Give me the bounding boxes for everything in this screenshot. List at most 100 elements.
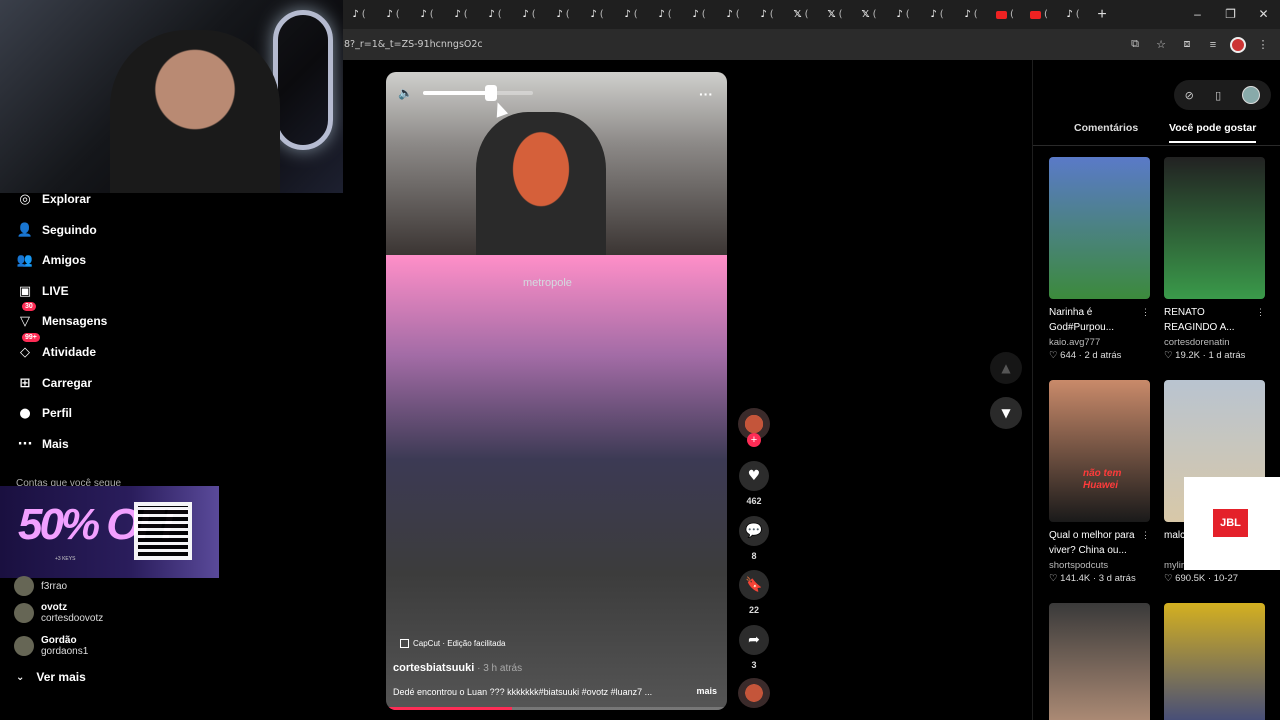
- volume-slider[interactable]: [422, 85, 533, 101]
- sidebar-item-amigos[interactable]: 👥 Amigos: [16, 249, 86, 271]
- sidebar-item-live[interactable]: ▣ LIVE: [16, 280, 69, 302]
- video-thumbnail[interactable]: não tem Huawei: [1049, 380, 1150, 522]
- sidebar-item-mensagens[interactable]: ▽ 30 Mensagens: [16, 302, 107, 332]
- url-text[interactable]: 8?_r=1&_t=ZS-91hcnngsO2c: [344, 39, 483, 50]
- address-bar[interactable]: 8?_r=1&_t=ZS-91hcnngsO2c ⧉ ☆ ⧈ ≡ ⋮: [342, 29, 1280, 60]
- follow-plus-icon[interactable]: +: [747, 433, 761, 447]
- previous-video-button[interactable]: ▲: [990, 352, 1022, 384]
- card-title[interactable]: RENATO REAGINDO A...: [1164, 307, 1235, 333]
- browser-tab[interactable]: (: [988, 0, 1022, 29]
- share-icon[interactable]: ➦: [739, 625, 769, 655]
- browser-tab[interactable]: ♪(: [750, 0, 784, 29]
- browser-tab[interactable]: ♪(: [716, 0, 750, 29]
- video-player[interactable]: metropole 🔈 ··· CapCut · Edição facilita…: [386, 72, 727, 710]
- capcut-tag[interactable]: CapCut · Edição facilitada: [400, 639, 506, 648]
- browser-tab[interactable]: 𝕏(: [818, 0, 852, 29]
- card-author[interactable]: cortesdorenatin: [1164, 337, 1265, 348]
- screencast-icon[interactable]: ⧉: [1126, 38, 1144, 51]
- jbl-ad-overlay[interactable]: JBL: [1184, 477, 1280, 570]
- comment-icon[interactable]: 💬: [739, 516, 769, 546]
- share-action[interactable]: ➦ 3: [737, 625, 771, 670]
- suggested-video-card[interactable]: não tem Huawei Qual o melhor para viver? …: [1049, 380, 1150, 584]
- phone-icon[interactable]: ▯: [1215, 89, 1221, 102]
- sidebar-item-seguindo[interactable]: 👤 Seguindo: [16, 219, 97, 241]
- video-thumbnail[interactable]: [1049, 603, 1150, 720]
- tab-suggested[interactable]: Você pode gostar: [1169, 122, 1257, 143]
- media-control-icon[interactable]: ≡: [1204, 39, 1222, 51]
- browser-tab[interactable]: ♪(: [444, 0, 478, 29]
- browser-tab[interactable]: ♪(: [954, 0, 988, 29]
- compass-icon[interactable]: ⊘: [1185, 89, 1194, 102]
- user-avatar[interactable]: [1242, 86, 1261, 104]
- card-author[interactable]: kaio.avg777: [1049, 337, 1150, 348]
- browser-tab[interactable]: ♪(: [682, 0, 716, 29]
- like-action[interactable]: ♥ 462: [737, 461, 771, 506]
- video-author-name[interactable]: cortesbiatsuuki: [393, 662, 474, 674]
- speaker-icon[interactable]: 🔈: [398, 86, 413, 100]
- browser-tab[interactable]: ♪(: [546, 0, 580, 29]
- card-more-icon[interactable]: ⋮: [1141, 305, 1150, 320]
- followed-account[interactable]: f3rrao: [14, 576, 67, 596]
- video-thumbnail[interactable]: [1164, 603, 1265, 720]
- browser-menu-icon[interactable]: ⋮: [1254, 38, 1272, 51]
- like-count: 462: [746, 496, 762, 506]
- save-action[interactable]: 🔖 22: [737, 570, 771, 615]
- suggested-video-card[interactable]: [1164, 603, 1265, 720]
- suggested-video-card[interactable]: Narinha é God#Purpou... ⋮ kaio.avg777 ♡ 644…: [1049, 157, 1150, 361]
- account-name: ovotz: [41, 602, 68, 613]
- video-more-link[interactable]: mais: [696, 686, 717, 696]
- sound-avatar[interactable]: [738, 678, 770, 708]
- suggested-video-card[interactable]: [1049, 603, 1150, 720]
- sidebar-item-perfil[interactable]: ● Perfil: [16, 402, 72, 424]
- browser-profile-avatar[interactable]: [1230, 36, 1246, 53]
- video-progress-bar[interactable]: [386, 707, 727, 710]
- video-menu-icon[interactable]: ···: [699, 86, 713, 102]
- video-thumbnail[interactable]: [1049, 157, 1150, 299]
- browser-tab[interactable]: ♪(: [410, 0, 444, 29]
- streamer-figure: [110, 30, 280, 193]
- suggested-video-card[interactable]: RENATO REAGINDO A... ⋮ cortesdorenatin ♡ 19…: [1164, 157, 1265, 361]
- browser-tab[interactable]: 𝕏(: [784, 0, 818, 29]
- close-window-button[interactable]: ✕: [1247, 0, 1280, 29]
- browser-tab[interactable]: ♪(: [886, 0, 920, 29]
- browser-tab[interactable]: ♪(: [376, 0, 410, 29]
- promo-banner[interactable]: 50% OFF +3 KEYS: [0, 486, 219, 578]
- card-more-icon[interactable]: ⋮: [1141, 528, 1150, 543]
- browser-tab[interactable]: ♪(: [1056, 0, 1090, 29]
- volume-knob[interactable]: [485, 85, 498, 101]
- browser-tab[interactable]: ♪(: [478, 0, 512, 29]
- sidebar-item-atividade[interactable]: ◇ 99+ Atividade: [16, 333, 96, 363]
- new-tab-button[interactable]: +: [1090, 6, 1114, 24]
- video-thumbnail[interactable]: [1164, 157, 1265, 299]
- browser-tab[interactable]: 𝕏(: [852, 0, 886, 29]
- heart-icon[interactable]: ♥: [739, 461, 769, 491]
- tab-comments[interactable]: Comentários: [1074, 122, 1138, 134]
- followed-account[interactable]: ovotz cortesdoovotz: [14, 602, 103, 624]
- video-author[interactable]: cortesbiatsuuki · 3 h atrás: [393, 662, 522, 674]
- bookmark-icon[interactable]: 🔖: [739, 570, 769, 600]
- browser-tab[interactable]: (: [1022, 0, 1056, 29]
- streamer-webcam-overlay: [0, 0, 343, 193]
- sidebar-item-mais[interactable]: ··· Mais: [16, 433, 69, 455]
- maximize-button[interactable]: ❐: [1214, 0, 1247, 29]
- followed-account[interactable]: Gordão gordaons1: [14, 635, 88, 657]
- sidebar-item-explorar[interactable]: ◎ Explorar: [16, 188, 90, 210]
- card-title[interactable]: Narinha é God#Purpou...: [1049, 307, 1114, 333]
- minimize-button[interactable]: –: [1181, 0, 1214, 29]
- browser-tab[interactable]: ♪(: [512, 0, 546, 29]
- volume-control[interactable]: 🔈: [398, 85, 533, 101]
- comment-action[interactable]: 💬 8: [737, 516, 771, 561]
- card-more-icon[interactable]: ⋮: [1256, 305, 1265, 320]
- card-title[interactable]: Qual o melhor para viver? China ou...: [1049, 530, 1135, 556]
- browser-tab[interactable]: ♪(: [648, 0, 682, 29]
- card-author[interactable]: shortspodcuts: [1049, 560, 1150, 571]
- browser-tab[interactable]: ♪(: [614, 0, 648, 29]
- see-more-button[interactable]: ⌄ Ver mais: [16, 670, 86, 684]
- browser-tab[interactable]: ♪(: [920, 0, 954, 29]
- next-video-button[interactable]: ▼: [990, 397, 1022, 429]
- browser-tab[interactable]: ♪(: [580, 0, 614, 29]
- bookmark-star-icon[interactable]: ☆: [1152, 38, 1170, 51]
- browser-tab[interactable]: ♪(: [342, 0, 376, 29]
- sidebar-item-carregar[interactable]: ⊞ Carregar: [16, 372, 92, 394]
- extensions-icon[interactable]: ⧈: [1178, 38, 1196, 51]
